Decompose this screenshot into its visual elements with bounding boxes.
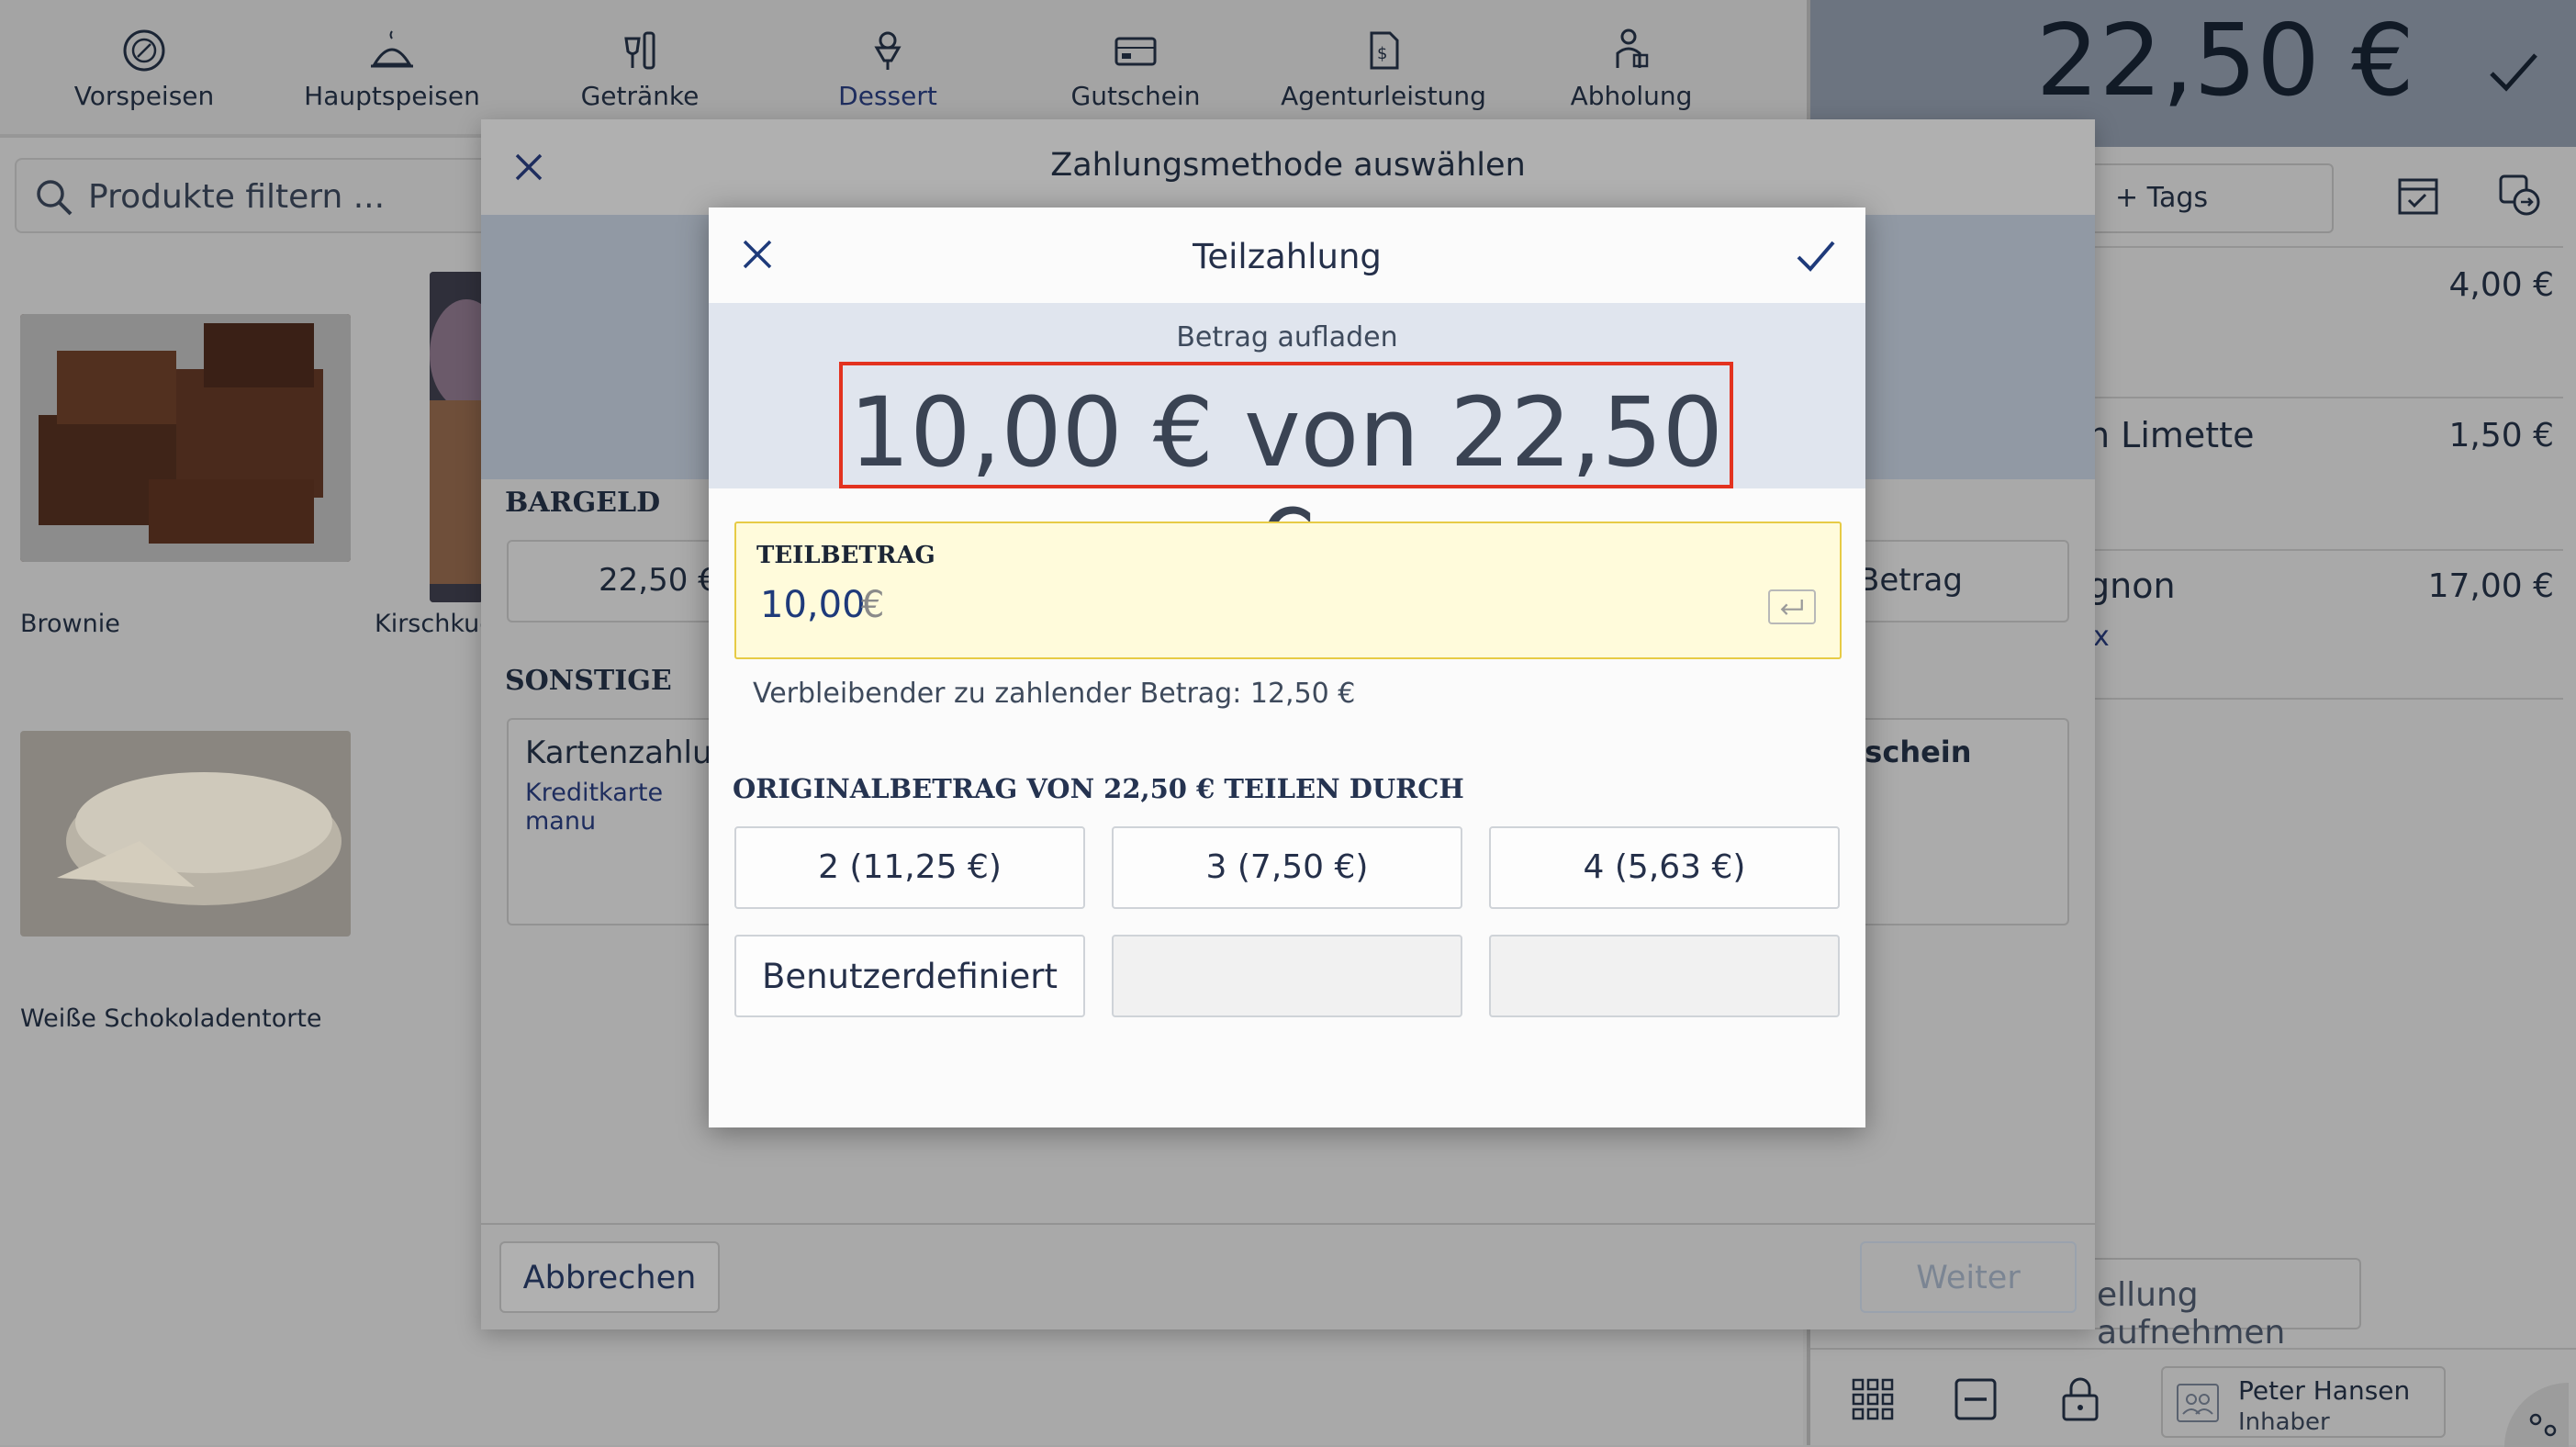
main-course-icon bbox=[371, 30, 413, 68]
order-divider bbox=[2086, 549, 2563, 551]
category-abholung[interactable]: Abholung bbox=[1507, 26, 1755, 111]
category-gutschein[interactable]: Gutschein bbox=[1012, 26, 1260, 111]
order-item-price: 4,00 € bbox=[2448, 266, 2554, 304]
category-vorspeisen[interactable]: Vorspeisen bbox=[20, 26, 268, 111]
product-name: Brownie bbox=[20, 610, 120, 638]
category-label: Vorspeisen bbox=[73, 81, 215, 111]
split-by-3-button[interactable]: 3 (7,50 €) bbox=[1112, 826, 1462, 909]
pickup-icon bbox=[1616, 28, 1649, 68]
product-name: Weiße Schokoladentorte bbox=[20, 1004, 322, 1033]
agency-service-icon: $ bbox=[1370, 31, 1399, 70]
cash-exact-label: 22,50 € bbox=[599, 562, 718, 599]
partial-payment-modal: Teilzahlung Betrag aufladen 10,00 € von … bbox=[709, 208, 1865, 1127]
payment-dialog-footer: Abbrechen Weiter bbox=[481, 1223, 2095, 1329]
voucher-payment-title: tschein bbox=[1851, 735, 1972, 769]
calendar-icon[interactable] bbox=[2394, 171, 2442, 219]
teilbetrag-currency: € bbox=[861, 584, 885, 626]
category-dessert[interactable]: Dessert bbox=[764, 26, 1012, 111]
amount-caption: Betrag aufladen bbox=[1176, 321, 1398, 353]
confirm-check-icon[interactable] bbox=[1796, 239, 1836, 274]
search-placeholder: Produkte filtern ... bbox=[88, 178, 386, 216]
card-payment-button[interactable]: Kartenzahlung Kreditkarte manu bbox=[507, 718, 752, 925]
split-empty-slot bbox=[1489, 935, 1840, 1017]
pos-app: Vorspeisen Hauptspeisen Getränke Dessert… bbox=[0, 0, 2576, 1447]
enter-key-icon[interactable] bbox=[1768, 589, 1816, 624]
amount-highlight-box: 10,00 € von 22,50 € bbox=[839, 362, 1733, 600]
user-switch-button[interactable]: Peter Hansen Inhaber bbox=[2161, 1366, 2446, 1438]
remaining-amount-text: Verbleibender zu zahlender Betrag: 12,50… bbox=[753, 678, 1356, 710]
cash-amount-button[interactable]: Betrag bbox=[1840, 540, 2069, 623]
drinks-icon bbox=[624, 31, 655, 70]
split-by-2-button[interactable]: 2 (11,25 €) bbox=[734, 826, 1085, 909]
brownie-photo bbox=[20, 314, 351, 562]
order-item-name[interactable]: n Limette bbox=[2088, 415, 2254, 455]
split-custom-button[interactable]: Benutzerdefiniert bbox=[734, 935, 1085, 1017]
order-divider bbox=[2086, 698, 2563, 700]
order-divider bbox=[2086, 397, 2563, 398]
bestellung-aufnehmen-button[interactable]: ellung aufnehmen bbox=[2086, 1258, 2361, 1352]
user-role: Inhaber bbox=[2238, 1408, 2330, 1436]
category-label: Hauptspeisen bbox=[304, 81, 480, 111]
dessert-icon bbox=[874, 31, 902, 70]
payment-dialog-title: Zahlungsmethode auswählen bbox=[1050, 147, 1526, 184]
category-label: Getränke bbox=[580, 81, 700, 111]
checkout-check-icon[interactable] bbox=[2484, 42, 2543, 101]
teilbetrag-value[interactable]: 10,00 bbox=[760, 584, 866, 626]
split-by-4-button[interactable]: 4 (5,63 €) bbox=[1489, 826, 1840, 909]
weisse-schokoladentorte-photo bbox=[20, 731, 351, 937]
partial-payment-title: Teilzahlung bbox=[1193, 237, 1382, 276]
order-item-price: 17,00 € bbox=[2427, 567, 2554, 605]
order-total: 22,50 € bbox=[2035, 4, 2414, 118]
connection-icon[interactable] bbox=[2495, 1366, 2569, 1447]
payment-dialog-header: Zahlungsmethode auswählen bbox=[481, 119, 2095, 215]
category-label: Abholung bbox=[1570, 81, 1693, 111]
transfer-icon[interactable] bbox=[2495, 171, 2543, 219]
lock-icon[interactable] bbox=[2060, 1375, 2100, 1423]
user-name: Peter Hansen bbox=[2238, 1375, 2411, 1406]
card-payment-subtitle: Kreditkarte manu bbox=[525, 779, 664, 836]
cancel-button[interactable]: Abbrechen bbox=[499, 1241, 720, 1313]
kirschkuchen-image[interactable] bbox=[430, 272, 483, 602]
grid-icon[interactable] bbox=[1851, 1377, 1895, 1421]
teilbetrag-label: TEILBETRAG bbox=[756, 542, 935, 569]
category-agenturleistung[interactable]: $ Agenturleistung bbox=[1260, 26, 1507, 111]
cash-exact-button[interactable]: 22,50 € bbox=[507, 540, 727, 623]
category-label: Dessert bbox=[838, 81, 937, 111]
voucher-icon bbox=[1114, 37, 1157, 66]
tags-button[interactable]: + Tags bbox=[2086, 163, 2334, 233]
cash-section-title: BARGELD bbox=[505, 487, 661, 519]
next-button[interactable]: Weiter bbox=[1860, 1241, 2077, 1313]
category-getraenke[interactable]: Getränke bbox=[516, 26, 764, 111]
split-empty-slot bbox=[1112, 935, 1462, 1017]
order-item-name[interactable]: gnon bbox=[2088, 566, 2176, 606]
order-item-price: 1,50 € bbox=[2448, 417, 2554, 454]
category-bar: Vorspeisen Hauptspeisen Getränke Dessert… bbox=[0, 0, 1803, 138]
split-section-title: ORIGINALBETRAG VON 22,50 € TEILEN DURCH bbox=[733, 773, 1464, 804]
product-search-input[interactable]: Produkte filtern ... bbox=[15, 158, 510, 233]
search-icon bbox=[37, 180, 73, 216]
order-footer: Peter Hansen Inhaber bbox=[1810, 1348, 2576, 1447]
kirschkuchen-photo bbox=[430, 272, 483, 602]
teilbetrag-input[interactable]: TEILBETRAG 10,00 € bbox=[734, 522, 1842, 659]
amount-summary: Betrag aufladen 10,00 € von 22,50 € bbox=[709, 303, 1865, 600]
brownie-image[interactable] bbox=[20, 314, 351, 562]
svg-text:$: $ bbox=[1377, 44, 1387, 63]
other-section-title: SONSTIGE bbox=[505, 665, 672, 697]
category-label: Agenturleistung bbox=[1281, 81, 1486, 111]
order-divider bbox=[2086, 246, 2563, 248]
user-avatar-icon bbox=[2177, 1384, 2219, 1422]
category-label: Gutschein bbox=[1070, 81, 1201, 111]
product-name: Kirschkuc bbox=[375, 610, 494, 638]
order-item-sub: x bbox=[2093, 621, 2110, 653]
partial-payment-header: Teilzahlung bbox=[709, 208, 1865, 303]
category-hauptspeisen[interactable]: Hauptspeisen bbox=[268, 26, 516, 111]
voucher-payment-button[interactable]: tschein bbox=[1840, 718, 2069, 925]
starter-icon bbox=[123, 29, 165, 72]
minus-icon[interactable] bbox=[1954, 1377, 1998, 1421]
cash-amount-label: Betrag bbox=[1858, 562, 1963, 599]
weisse-schokoladentorte-image[interactable] bbox=[20, 731, 351, 937]
